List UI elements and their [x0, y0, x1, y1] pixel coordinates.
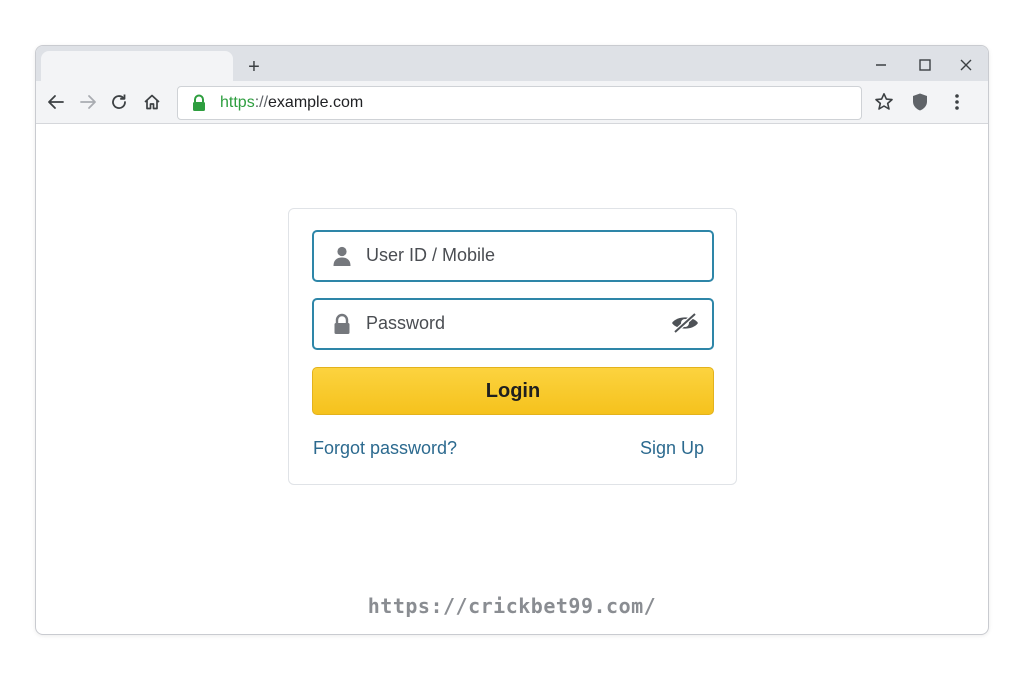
eye-slash-icon[interactable]: [670, 311, 700, 335]
watermark-url: https://crickbet99.com/: [367, 594, 657, 618]
star-icon[interactable]: [873, 91, 895, 113]
kebab-menu-icon[interactable]: [946, 91, 968, 113]
tab-strip: +: [36, 46, 988, 81]
shield-icon[interactable]: [909, 91, 931, 113]
forgot-password-link[interactable]: Forgot password?: [313, 438, 457, 459]
url-host: example.com: [268, 94, 364, 111]
user-icon: [333, 246, 351, 266]
url-text: https://example.com: [220, 94, 363, 112]
browser-window: + https://example.com User ID / Mobile L…: [35, 45, 989, 635]
password-field[interactable]: [312, 298, 714, 350]
lock-icon: [193, 94, 205, 111]
forward-arrow-icon[interactable]: [77, 91, 99, 113]
browser-tab[interactable]: [41, 51, 233, 81]
login-card: Login Forgot password? Sign Up: [288, 208, 737, 485]
user-id-input[interactable]: [366, 242, 666, 268]
address-bar[interactable]: https://example.com: [177, 86, 862, 120]
maximize-icon[interactable]: [914, 54, 936, 76]
home-icon[interactable]: [141, 91, 163, 113]
sign-up-link[interactable]: Sign Up: [640, 438, 704, 459]
login-button[interactable]: Login: [312, 367, 714, 415]
reload-icon[interactable]: [108, 91, 130, 113]
browser-toolbar: https://example.com: [36, 81, 988, 124]
lock-icon: [334, 313, 350, 334]
minimize-icon[interactable]: [870, 54, 892, 76]
back-arrow-icon[interactable]: [45, 91, 67, 113]
close-icon[interactable]: [955, 54, 977, 76]
url-separator: ://: [254, 94, 269, 111]
page-content: Login Forgot password? Sign Up https://c…: [36, 124, 988, 634]
user-id-field[interactable]: [312, 230, 714, 282]
password-input[interactable]: [366, 310, 666, 336]
new-tab-button[interactable]: +: [244, 57, 264, 77]
url-scheme: https: [220, 94, 255, 111]
